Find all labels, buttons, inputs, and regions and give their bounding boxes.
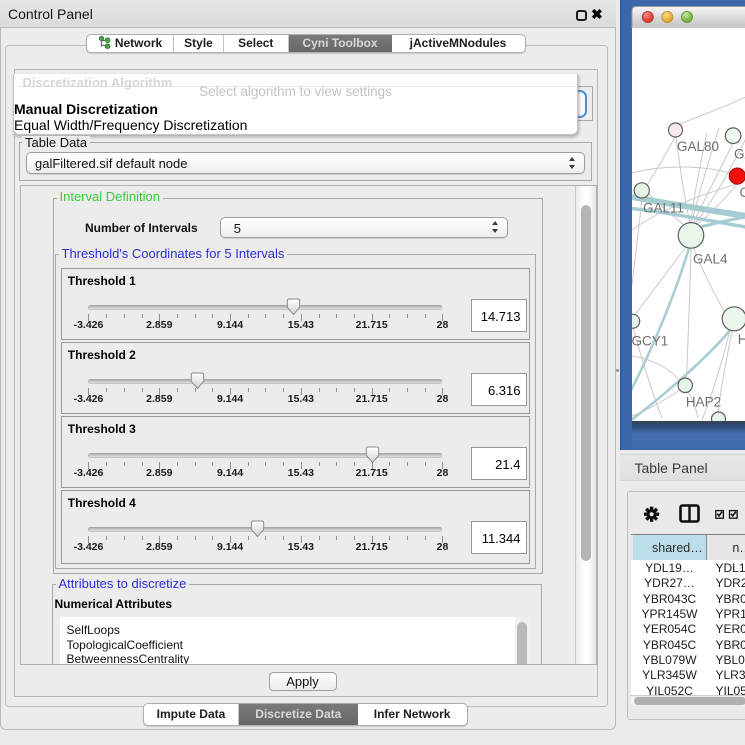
svg-text:HAP2: HAP2 bbox=[685, 395, 720, 410]
svg-text:GAL80: GAL80 bbox=[677, 139, 719, 154]
svg-text:GAL11: GAL11 bbox=[643, 201, 684, 216]
svg-text:GAL4: GAL4 bbox=[693, 252, 728, 267]
svg-text:GCY1: GCY1 bbox=[631, 334, 668, 349]
svg-text:GA: GA bbox=[734, 147, 745, 162]
svg-text:C: C bbox=[739, 185, 745, 200]
svg-text:H: H bbox=[737, 332, 745, 347]
